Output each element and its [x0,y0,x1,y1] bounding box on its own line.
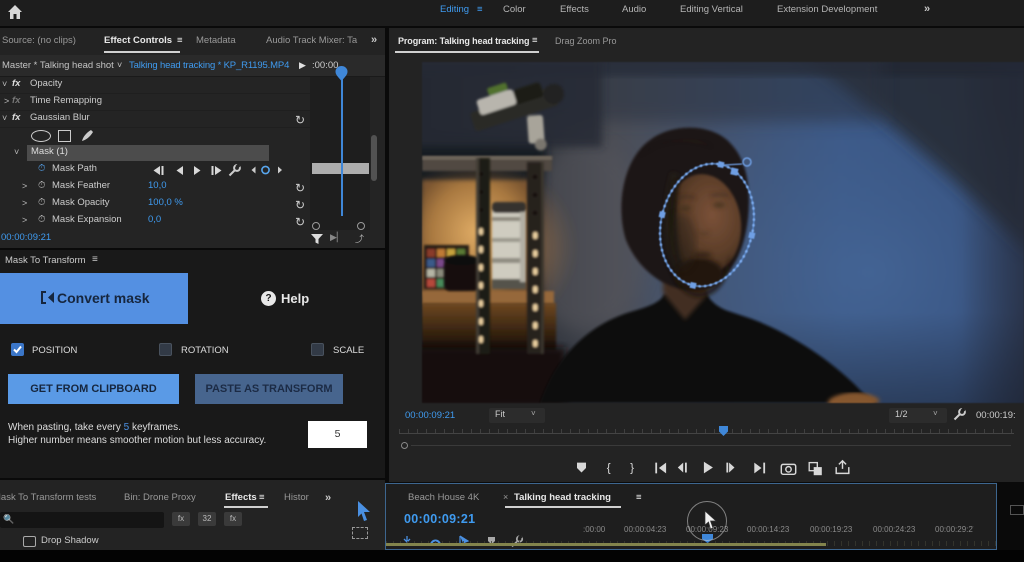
svg-text:}: } [630,462,634,475]
svg-text:{: { [607,462,611,475]
